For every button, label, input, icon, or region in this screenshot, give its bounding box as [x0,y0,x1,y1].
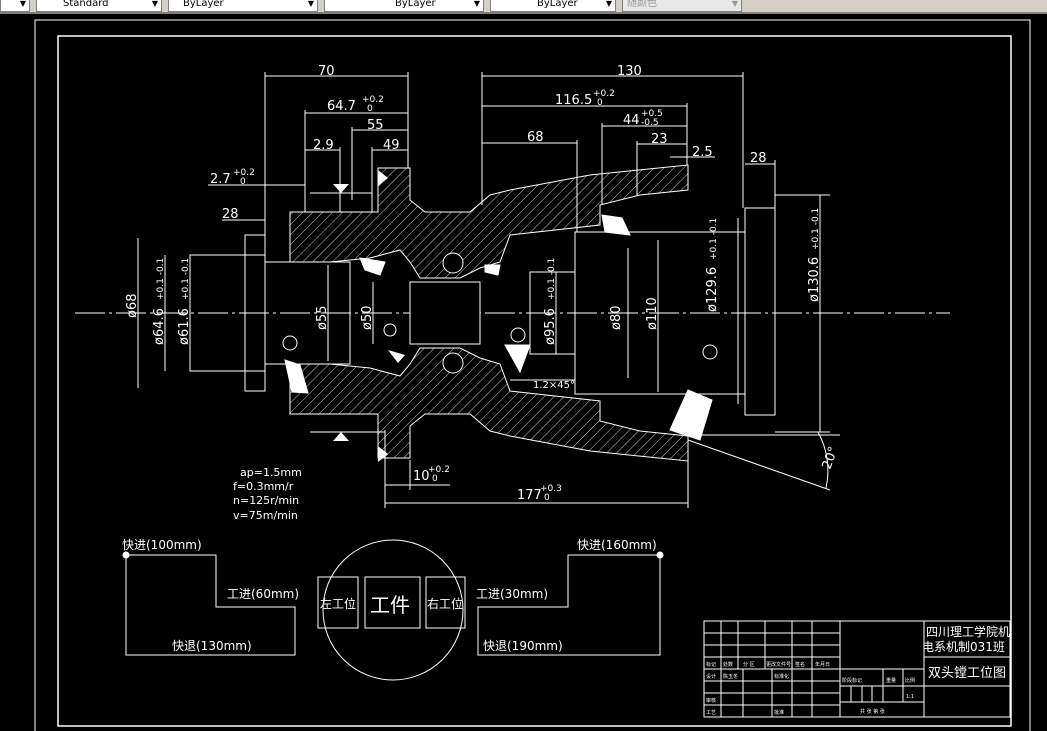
left-work-feed: 工进(60mm) [227,587,299,601]
dimension-lines [137,72,840,508]
chevron-down-icon: ▼ [151,0,158,8]
dia-95-6-tol: +0.1 -0.1 [547,258,557,300]
scale-label: 比例 [905,677,915,684]
dia-129-6: ø129.6 [705,267,720,312]
text-style-value: Standard [63,0,109,9]
header-signature: 签名 [795,661,805,668]
chevron-down-icon: ▼ [19,0,26,8]
header-change-doc: 更改文件号 [766,661,791,668]
plot-style-dropdown[interactable]: 随颜色 ▼ [622,0,742,12]
dia-110: ø110 [645,297,660,330]
chevron-down-icon: ▼ [473,0,480,8]
workpiece-label: 工件 [370,593,410,617]
dim-55: 55 [367,118,384,133]
dim-44-lower-tol: -0.5 [641,118,659,128]
dim-68: 68 [527,130,544,145]
dim-2-5: 2.5 [692,145,713,160]
chamfer-note: 1.2×45° [533,380,575,391]
lineweight-dropdown[interactable]: ByLayer ▼ [490,0,616,12]
locator-triangle-icon [388,350,405,363]
feed-rate: f=0.3mm/r [233,480,294,493]
weight-label: 重量 [886,677,896,684]
chevron-down-icon: ▼ [731,0,738,8]
scale-value: 1:1 [906,694,914,700]
right-work-feed: 工进(30mm) [476,587,548,601]
dia-50: ø50 [360,306,375,331]
linetype-value: ByLayer [395,0,436,9]
designer-name: 陈玉冬 [723,673,738,680]
standardization-label: 标准化 [774,673,789,680]
dia-130-6: ø130.6 [807,257,822,302]
dia-64-6-tol: +0.1 -0.1 [156,258,166,300]
header-zone: 分 区 [743,661,755,668]
design-label: 设计 [706,673,716,680]
review-label: 审核 [706,697,716,704]
dim-177: 177 [517,488,542,503]
header-mark: 标记 [706,661,716,668]
dia-55: ø55 [315,306,330,331]
color-value: ByLayer [183,0,224,9]
right-rapid-in: 快进(160mm) [577,538,657,552]
text-style-dropdown[interactable]: Standard ▼ [36,0,162,12]
dim-2-7: 2.7 [210,172,231,187]
dim-2-7-lower-tol: 0 [240,177,246,187]
angle-20: 20° [820,445,842,472]
spindle-speed: n=125r/min [233,494,299,507]
dim-64-7: 64.7 [327,99,356,114]
dim-116-5: 116.5 [555,93,592,108]
header-date: 年月日 [815,661,830,668]
locator-triangle-icon [333,184,349,193]
dia-61-6: ø61.6 [177,308,192,345]
plot-style-value: 随颜色 [627,0,657,9]
process-label: 工艺 [706,710,716,716]
stage-mark-label: 阶段标记 [842,677,862,684]
dim-70: 70 [318,64,335,79]
drawing-canvas[interactable]: 70 64.7 +0.2 0 55 2.9 49 2.7 +0.2 0 28 1… [0,14,1047,731]
right-rapid-out: 快退(190mm) [483,639,563,653]
dim-64-7-upper-tol: +0.2 [362,95,384,105]
dia-95-6: ø95.6 [543,308,558,345]
cutting-depth: ap=1.5mm [240,466,302,479]
properties-toolbar: ▼ Standard ▼ ByLayer ▼ ByLayer ▼ ByLayer ▼ 随… [0,0,1047,14]
dia-80: ø80 [609,306,624,331]
right-station-label: 右工位 [427,596,463,611]
sheet-count: 共 张 第 张 [860,708,885,715]
drawing-title: 双头镗工位图 [928,666,1006,681]
left-station-label: 左工位 [320,596,356,611]
layer-color-dropdown[interactable]: ByLayer ▼ [168,0,318,12]
chevron-down-icon: ▼ [605,0,612,8]
locator-triangle-icon [333,432,349,441]
dia-64-6: ø64.6 [152,308,167,345]
approve-label: 批准 [774,709,784,716]
chevron-down-icon: ▼ [307,0,314,8]
dia-68: ø68 [125,294,140,319]
dim-130: 130 [617,64,642,79]
dia-129-6-tol: +0.1 -0.1 [709,218,719,260]
linetype-dropdown[interactable]: ByLayer ▼ [324,0,484,12]
dim-64-7-lower-tol: 0 [367,104,373,114]
left-rapid-out: 快退(130mm) [172,639,252,653]
dia-61-6-tol: +0.1 -0.1 [181,258,191,300]
dim-116-5-lower-tol: 0 [597,98,603,108]
dim-44: 44 [623,113,640,128]
header-count: 处数 [723,661,733,668]
dia-130-6-tol: +0.1 -0.1 [811,208,821,250]
dim-23: 23 [651,132,668,147]
dim-28-right: 28 [750,151,767,166]
dim-49: 49 [383,138,400,153]
dim-28-left: 28 [222,207,239,222]
dim-10-lower-tol: 0 [432,474,438,484]
dim-177-lower-tol: 0 [544,493,550,503]
left-rapid-in: 快进(100mm) [122,538,202,552]
dim-2-9: 2.9 [313,138,334,153]
school-line-1: 四川理工学院机 [926,624,1010,639]
cutting-speed: v=75m/min [233,509,298,522]
prev-dropdown[interactable]: ▼ [0,0,30,12]
school-line-2: 电系机制031班 [922,640,1005,654]
outer-border [34,19,1031,731]
lineweight-value: ByLayer [537,0,578,9]
